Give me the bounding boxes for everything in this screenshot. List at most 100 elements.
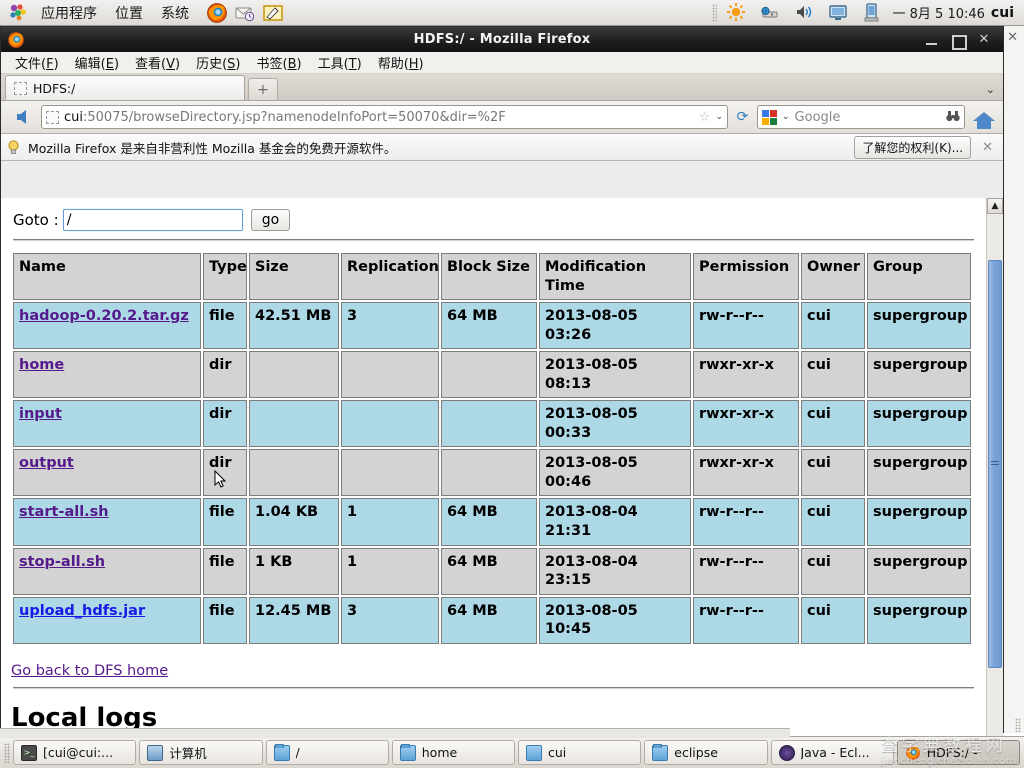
menu-history[interactable]: 历史(S) (188, 51, 248, 74)
taskbar-item-home-folder[interactable]: home (391, 740, 515, 765)
panel-menu-places[interactable]: 位置 (106, 1, 152, 25)
panel-menu-system[interactable]: 系统 (152, 1, 198, 25)
display-icon[interactable] (828, 2, 850, 24)
cell-block-size (441, 449, 537, 497)
taskbar-item-computer[interactable]: 计算机 (139, 740, 263, 765)
lightbulb-icon (7, 139, 21, 154)
cell-name: home (13, 351, 201, 399)
vertical-scrollbar[interactable]: ▲ ▼ (986, 198, 1003, 757)
taskbar-item-terminal[interactable]: >_ [cui@cui:... (13, 740, 137, 765)
url-rest: :50075/browseDirectory.jsp?namenodeInfoP… (83, 109, 506, 125)
search-input[interactable]: Google (795, 110, 941, 125)
close-icon[interactable]: ✕ (976, 32, 992, 48)
background-window-strip (0, 728, 790, 738)
file-link[interactable]: start-all.sh (19, 504, 109, 520)
file-link[interactable]: stop-all.sh (19, 554, 105, 570)
cell-group: supergroup (867, 498, 971, 546)
panel-right-group: 一 8月 5 10:46 cui (711, 2, 1024, 24)
menu-help[interactable]: 帮助(H) (370, 51, 432, 74)
search-bar[interactable]: ⌄ Google (757, 105, 965, 129)
col-header-owner[interactable]: Owner (801, 253, 865, 301)
go-back-to-dfs-home-link[interactable]: Go back to DFS home (11, 663, 168, 679)
menu-file[interactable]: 文件(F) (7, 51, 67, 74)
home-button[interactable] (971, 105, 997, 129)
back-button[interactable] (7, 104, 35, 130)
panel-menu-applications[interactable]: 应用程序 (32, 1, 106, 25)
taskbar-item-cui-folder[interactable]: cui (518, 740, 642, 765)
notes-launcher-icon[interactable] (262, 2, 284, 24)
panel-grip[interactable] (711, 3, 717, 22)
desktop-grip[interactable] (1015, 718, 1021, 732)
col-header-modification-time[interactable]: Modification Time (539, 253, 691, 301)
cell-size: 42.51 MB (249, 302, 339, 350)
tab-list-chevron-down-icon[interactable]: ⌄ (986, 83, 995, 96)
menu-edit[interactable]: 编辑(E) (67, 51, 127, 74)
taskbar-grip[interactable] (4, 742, 10, 763)
cell-permission: rw-r--r-- (693, 547, 799, 595)
cell-owner: cui (801, 498, 865, 546)
file-link[interactable]: upload_hdfs.jar (19, 603, 145, 619)
cell-owner: cui (801, 547, 865, 595)
goto-row: Goto : go (13, 209, 976, 231)
menu-view[interactable]: 查看(V) (127, 51, 188, 74)
col-header-size[interactable]: Size (249, 253, 339, 301)
cell-block-size: 64 MB (441, 498, 537, 546)
taskbar-item-eclipse[interactable]: Java - Ecl... (770, 740, 894, 765)
taskbar-item-root-folder[interactable]: / (265, 740, 389, 765)
brightness-icon[interactable] (726, 2, 748, 24)
col-header-name[interactable]: Name (13, 253, 201, 301)
table-row: hadoop-0.20.2.tar.gz file 42.51 MB 3 64 MB 20… (13, 302, 971, 350)
menu-bookmarks[interactable]: 书签(B) (249, 51, 310, 74)
file-link[interactable]: output (19, 455, 74, 471)
know-your-rights-button[interactable]: 了解您的权利(K)... (854, 135, 972, 159)
firefox-icon (905, 745, 921, 761)
col-header-group[interactable]: Group (867, 253, 971, 301)
col-header-permission[interactable]: Permission (693, 253, 799, 301)
divider-bottom (13, 686, 974, 689)
cell-size (249, 351, 339, 399)
file-link[interactable]: input (19, 406, 62, 422)
new-tab-button[interactable]: + (248, 78, 278, 100)
panel-username[interactable]: cui (991, 5, 1018, 21)
address-bar[interactable]: cui:50075/browseDirectory.jsp?namenodeIn… (41, 105, 728, 129)
col-header-block-size[interactable]: Block Size (441, 253, 537, 301)
cell-block-size: 64 MB (441, 596, 537, 644)
col-header-replication[interactable]: Replication (341, 253, 439, 301)
table-row: upload_hdfs.jar file 12.45 MB 3 64 MB 2013-08… (13, 596, 971, 644)
scrollbar-track[interactable] (987, 214, 1003, 741)
scroll-up-button[interactable]: ▲ (987, 198, 1003, 214)
file-link[interactable]: hadoop-0.20.2.tar.gz (19, 308, 189, 324)
col-header-type[interactable]: Type (203, 253, 247, 301)
outer-close-icon[interactable]: ✕ (1007, 30, 1018, 45)
reload-icon[interactable]: ⟳ (734, 109, 751, 126)
file-link[interactable]: home (19, 357, 64, 373)
history-chevron-down-icon[interactable]: ⌄ (715, 112, 723, 122)
panel-clock[interactable]: 一 8月 5 10:46 (893, 3, 985, 22)
go-button[interactable]: go (250, 209, 291, 231)
taskbar-item-eclipse-folder[interactable]: eclipse (644, 740, 768, 765)
battery-icon[interactable] (862, 2, 884, 24)
hdfs-file-table: Name Type Size Replication Block Size Mo… (11, 251, 973, 646)
minimize-icon[interactable] (924, 32, 940, 48)
email-launcher-icon[interactable] (234, 2, 256, 24)
goto-input[interactable] (62, 209, 243, 231)
notification-close-icon[interactable]: ✕ (978, 140, 997, 155)
volume-icon[interactable] (794, 2, 816, 24)
maximize-icon[interactable] (950, 32, 967, 50)
tab-hdfs[interactable]: HDFS:/ (5, 75, 245, 100)
scrollbar-thumb[interactable] (988, 260, 1002, 668)
search-binoculars-icon[interactable] (946, 110, 960, 125)
gnome-foot-icon[interactable] (7, 2, 29, 24)
bookmark-star-icon[interactable]: ☆ (699, 110, 711, 125)
taskbar-item-label: 计算机 (169, 746, 207, 761)
table-row: start-all.sh file 1.04 KB 1 64 MB 2013-08-04 … (13, 498, 971, 546)
window-titlebar[interactable]: HDFS:/ - Mozilla Firefox ✕ (1, 27, 1003, 52)
window-buttons: ✕ (924, 32, 1001, 50)
firefox-launcher-icon[interactable] (206, 2, 228, 24)
divider-top (13, 239, 974, 241)
network-icon[interactable] (760, 2, 782, 24)
search-engine-chevron-down-icon[interactable]: ⌄ (782, 112, 790, 122)
menu-tools[interactable]: 工具(T) (310, 51, 370, 74)
taskbar-item-firefox[interactable]: HDFS:/ - (896, 740, 1020, 765)
cell-name: start-all.sh (13, 498, 201, 546)
